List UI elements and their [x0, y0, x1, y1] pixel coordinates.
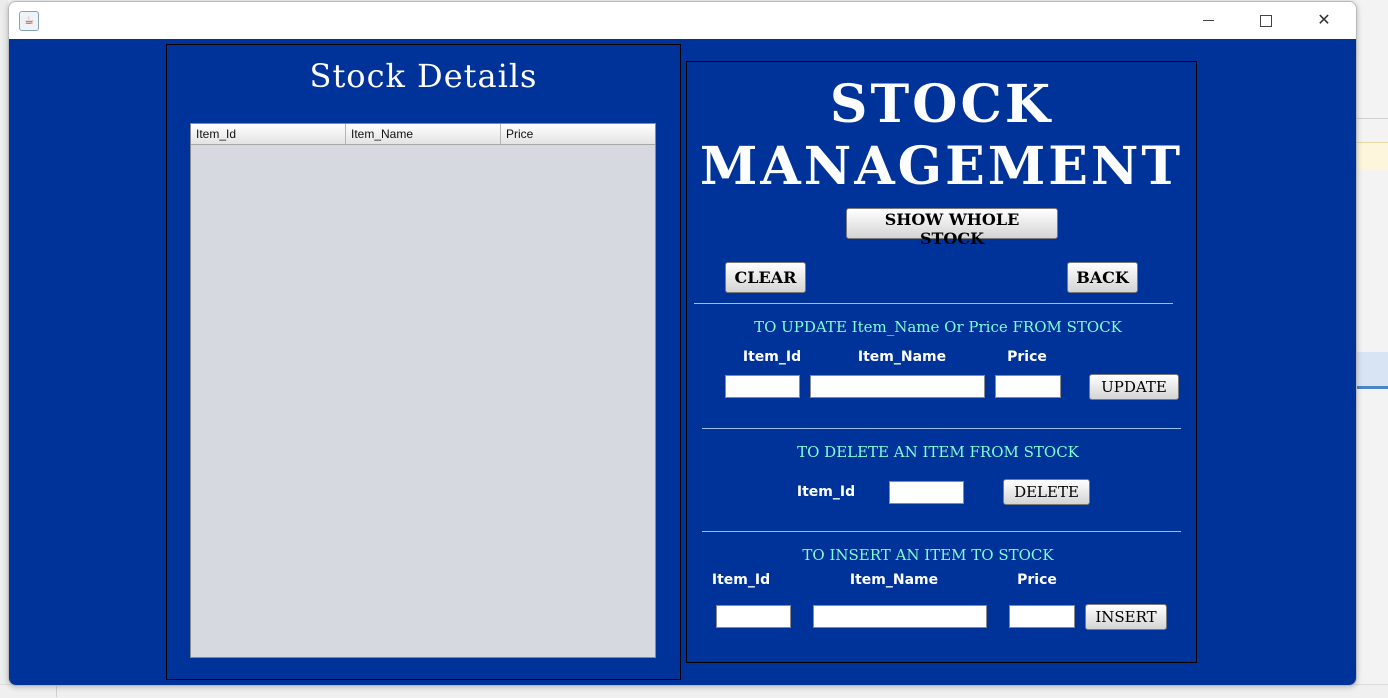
- update-item-name-input[interactable]: [810, 375, 985, 398]
- title-line-stock: STOCK: [829, 74, 1054, 135]
- delete-section-title: TO DELETE AN ITEM FROM STOCK: [797, 443, 1079, 461]
- update-price-input[interactable]: [995, 375, 1061, 398]
- divider-delete-insert: [702, 531, 1181, 532]
- delete-item-id-label: Item_Id: [796, 484, 856, 500]
- app-window: ☕ ✕ Stock Details Item_Id Item_Name Pric…: [8, 1, 1357, 686]
- insert-item-id-label: Item_Id: [711, 572, 771, 588]
- background-ide-statusbar: [0, 684, 1388, 698]
- insert-item-name-label: Item_Name: [849, 572, 939, 588]
- insert-price-label: Price: [1017, 572, 1057, 588]
- column-header-item-name[interactable]: Item_Name: [346, 124, 501, 144]
- update-price-label: Price: [1007, 349, 1047, 365]
- update-item-name-label: Item_Name: [857, 349, 947, 365]
- delete-button[interactable]: DELETE: [1003, 479, 1090, 505]
- insert-price-input[interactable]: [1009, 605, 1075, 628]
- delete-item-id-input[interactable]: [889, 481, 964, 504]
- title-line-management: MANAGEMENT: [699, 136, 1184, 197]
- insert-button[interactable]: INSERT: [1085, 604, 1167, 630]
- minimize-button[interactable]: [1185, 6, 1231, 34]
- stock-details-title: Stock Details: [309, 57, 538, 95]
- title-bar[interactable]: ☕ ✕: [9, 2, 1356, 39]
- stock-table[interactable]: Item_Id Item_Name Price: [190, 123, 656, 658]
- insert-item-id-input[interactable]: [716, 605, 791, 628]
- divider-top: [694, 303, 1173, 304]
- background-ide-left-edge: [0, 0, 8, 697]
- close-icon: ✕: [1317, 10, 1331, 29]
- close-button[interactable]: ✕: [1301, 6, 1347, 34]
- maximize-button[interactable]: [1243, 6, 1289, 34]
- update-item-id-input[interactable]: [725, 375, 800, 398]
- maximize-icon: [1260, 14, 1272, 27]
- column-header-price[interactable]: Price: [501, 124, 655, 144]
- minimize-icon: [1202, 20, 1214, 21]
- stock-management-panel: STOCK MANAGEMENT SHOW WHOLE STOCK CLEAR …: [686, 61, 1197, 663]
- update-item-id-label: Item_Id: [742, 349, 802, 365]
- show-whole-stock-button[interactable]: SHOW WHOLE STOCK: [846, 208, 1058, 248]
- stock-table-header: Item_Id Item_Name Price: [191, 124, 655, 145]
- app-content: Stock Details Item_Id Item_Name Price ST…: [9, 39, 1356, 685]
- clear-button[interactable]: CLEAR: [725, 262, 806, 293]
- page-title: STOCK MANAGEMENT: [687, 74, 1196, 198]
- stock-details-panel: Stock Details Item_Id Item_Name Price: [166, 44, 681, 680]
- update-section-title: TO UPDATE Item_Name Or Price FROM STOCK: [754, 318, 1122, 336]
- divider-update-delete: [702, 428, 1181, 429]
- insert-section-title: TO INSERT AN ITEM TO STOCK: [802, 546, 1054, 564]
- back-button[interactable]: BACK: [1067, 262, 1138, 293]
- update-button[interactable]: UPDATE: [1089, 374, 1179, 400]
- column-header-item-id[interactable]: Item_Id: [191, 124, 346, 144]
- insert-item-name-input[interactable]: [813, 605, 987, 628]
- java-app-icon: ☕: [19, 11, 39, 31]
